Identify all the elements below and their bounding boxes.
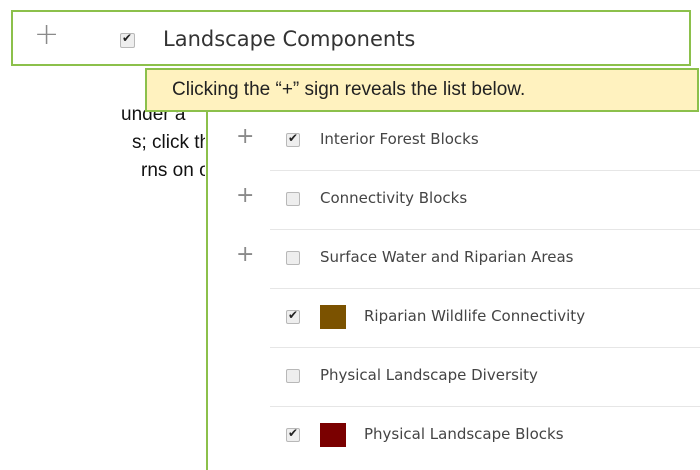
instruction-line-2: s; click the “-“ bbox=[132, 132, 205, 153]
layer-list-panel: + Interior Forest Blocks + Connectivity … bbox=[206, 112, 700, 470]
layer-label: Physical Landscape Blocks bbox=[364, 425, 564, 443]
layer-checkbox[interactable] bbox=[286, 131, 300, 147]
layer-checkbox[interactable] bbox=[286, 251, 300, 265]
landscape-components-header: + Landscape Components bbox=[11, 10, 691, 66]
expand-plus-icon[interactable]: + bbox=[236, 126, 254, 148]
layer-row-riparian-wildlife-connectivity[interactable]: Riparian Wildlife Connectivity bbox=[270, 289, 700, 348]
layer-row-physical-landscape-diversity[interactable]: Physical Landscape Diversity bbox=[270, 348, 700, 407]
layer-row-connectivity-blocks[interactable]: + Connectivity Blocks bbox=[236, 171, 700, 230]
landscape-components-checkbox[interactable] bbox=[120, 31, 135, 48]
layer-checkbox[interactable] bbox=[286, 192, 300, 206]
layer-label: Surface Water and Riparian Areas bbox=[320, 248, 574, 266]
expand-plus-icon[interactable]: + bbox=[34, 20, 59, 50]
layer-checkbox[interactable] bbox=[286, 369, 300, 383]
layer-label: Riparian Wildlife Connectivity bbox=[364, 307, 586, 325]
layer-checkbox[interactable] bbox=[286, 308, 300, 324]
callout-text: Clicking the “+” sign reveals the list b… bbox=[172, 79, 526, 100]
expand-plus-icon[interactable]: + bbox=[236, 244, 254, 266]
layer-label: Physical Landscape Diversity bbox=[320, 366, 538, 384]
expand-plus-icon[interactable]: + bbox=[236, 185, 254, 207]
layer-row-surface-water[interactable]: + Surface Water and Riparian Areas bbox=[236, 230, 700, 289]
layer-checkbox[interactable] bbox=[286, 426, 300, 442]
callout-note: Clicking the “+” sign reveals the list b… bbox=[145, 68, 699, 112]
layer-label: Interior Forest Blocks bbox=[320, 130, 479, 148]
layer-row-physical-landscape-blocks[interactable]: Physical Landscape Blocks bbox=[270, 407, 700, 465]
legend-swatch bbox=[320, 423, 346, 447]
instruction-text: under a s; click the “-“ rns on or off bbox=[0, 104, 205, 188]
landscape-components-title: Landscape Components bbox=[163, 27, 416, 51]
instruction-line-3: rns on or off bbox=[141, 160, 205, 181]
layer-label: Connectivity Blocks bbox=[320, 189, 468, 207]
legend-swatch bbox=[320, 305, 346, 329]
layer-row-interior-forest-blocks[interactable]: + Interior Forest Blocks bbox=[236, 112, 700, 171]
